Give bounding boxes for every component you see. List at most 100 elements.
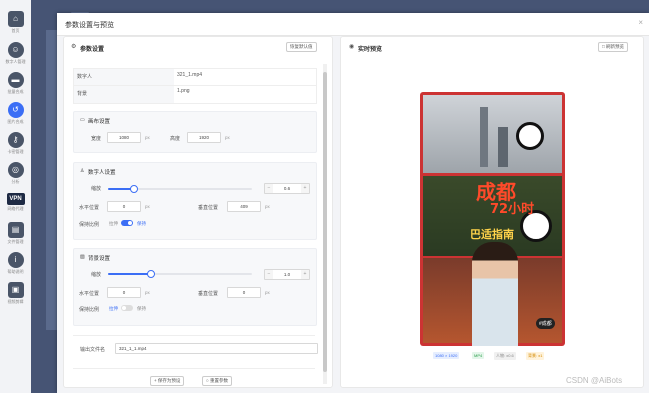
bg-y-unit: px xyxy=(265,290,270,295)
digital-human-label: 数字人 xyxy=(77,74,93,80)
bg-scale-plus-button[interactable]: + xyxy=(301,270,309,279)
bg-ratio-toggle[interactable] xyxy=(121,305,133,311)
person-icon: ♙ xyxy=(80,168,85,174)
digital-human-settings-title: 数字人设置 xyxy=(88,170,116,176)
dh-scale-slider-knob[interactable] xyxy=(129,185,138,193)
dh-scale-slider[interactable] xyxy=(108,185,252,193)
bg-scale-minus-button[interactable]: − xyxy=(265,270,273,279)
chat-icon: ▬ xyxy=(7,72,24,88)
width-label: 宽度 xyxy=(91,136,102,142)
sidebar-item-label: 网络代理 xyxy=(7,206,24,211)
sidebar-item[interactable]: ◎ 分析 xyxy=(0,162,31,185)
dh-x-label: 水平位置 xyxy=(79,205,100,211)
poster-tower xyxy=(480,107,488,167)
image-icon: ▨ xyxy=(80,254,85,260)
sidebar-item[interactable]: i 帮助说明 xyxy=(0,252,31,275)
sidebar-item-label: 帮助说明 xyxy=(7,269,24,274)
dh-y-input[interactable]: 409 xyxy=(227,201,261,212)
output-filename-input[interactable]: 321_1_1.mp4 xyxy=(115,343,318,354)
bg-ratio-label: 保持比例 xyxy=(79,307,100,313)
bg-scale-slider-fill xyxy=(108,273,152,275)
csdn-watermark: CSDN @AiBots xyxy=(566,376,623,385)
save-preset-button[interactable]: + 保存为预设 xyxy=(150,376,185,386)
chart-icon: ◎ xyxy=(7,162,24,178)
height-unit: px xyxy=(225,135,230,140)
dh-scale-label: 缩放 xyxy=(91,186,102,192)
video-icon: ▣ xyxy=(7,282,24,298)
sidebar-item-label: 卡密管理 xyxy=(7,149,24,154)
sidebar-item[interactable]: ⌂ 首页 xyxy=(0,11,31,34)
dh-scale-minus-button[interactable]: − xyxy=(265,184,273,193)
refresh-preview-button[interactable]: □ 刷新预览 xyxy=(598,42,628,52)
canvas-settings-title: 画布设置 xyxy=(88,119,111,125)
dh-ratio-on-label: 保持 xyxy=(137,221,146,226)
sidebar-item[interactable]: ▬ 批量合成 xyxy=(0,72,31,95)
params-title: 参数设置 xyxy=(80,47,105,53)
output-filename-label: 输出文件名 xyxy=(80,347,106,353)
bg-y-input[interactable]: 0 xyxy=(227,287,261,298)
dialog-header: 参数设置与预览 × xyxy=(57,13,649,36)
sidebar-item-label: 图片合成 xyxy=(7,119,24,124)
bg-ratio-off-label: 拉伸 xyxy=(109,306,118,311)
sidebar-item[interactable]: ▤ 文件管理 xyxy=(0,222,31,245)
preview-title: 实时预览 xyxy=(358,47,383,53)
preview-image: 成都 72小时 巴适指南 #成都 xyxy=(420,92,565,346)
dh-x-input[interactable]: 0 xyxy=(107,201,141,212)
dh-scale-value: 0.6 xyxy=(283,186,291,191)
dh-scale-plus-button[interactable]: + xyxy=(301,184,309,193)
poster-tag: #成都 xyxy=(536,318,555,329)
sidebar-item[interactable]: VPN 网络代理 xyxy=(0,193,31,212)
height-input[interactable]: 1920 xyxy=(187,132,221,143)
poster-panda xyxy=(516,122,544,150)
preview-badge: 背景: x1 xyxy=(526,352,545,360)
params-scrollbar-thumb[interactable] xyxy=(323,72,327,372)
width-unit: px xyxy=(145,135,150,140)
info-icon: i xyxy=(7,252,24,268)
dh-y-label: 垂直位置 xyxy=(198,205,219,211)
bg-scale-value: 1.0 xyxy=(283,272,291,277)
background-settings-title: 背景设置 xyxy=(88,256,111,262)
output-divider xyxy=(73,335,315,336)
sidebar-item-label: 数字人管理 xyxy=(5,59,26,64)
dh-y-unit: px xyxy=(265,204,270,209)
preview-badge: 1080 × 1920 xyxy=(433,352,460,359)
height-label: 高度 xyxy=(170,136,181,142)
poster-title-line3: 巴适指南 xyxy=(470,228,514,241)
close-icon[interactable]: × xyxy=(638,18,643,27)
undo-icon: ↺ xyxy=(7,102,24,118)
bg-scale-stepper[interactable]: − 1.0 + xyxy=(264,269,310,280)
sidebar-item-label: 批量合成 xyxy=(7,89,24,94)
bg-x-label: 水平位置 xyxy=(79,291,100,297)
sidebar-item[interactable]: ↺ 图片合成 xyxy=(0,102,31,125)
sidebar-item-label: 文件管理 xyxy=(7,239,24,244)
dh-scale-stepper[interactable]: − 0.6 + xyxy=(264,183,310,194)
width-input[interactable]: 1080 xyxy=(107,132,141,143)
robot-icon: ☺ xyxy=(7,42,24,58)
bg-x-unit: px xyxy=(145,290,150,295)
preview-badge: MP4 xyxy=(472,352,485,359)
dh-ratio-toggle[interactable] xyxy=(121,220,133,226)
poster-person xyxy=(472,242,518,346)
sidebar-item[interactable]: ▣ 视频剪辑 xyxy=(0,282,31,305)
background-label: 背景 xyxy=(77,91,88,97)
sidebar-item-label: 分析 xyxy=(11,179,20,184)
bg-scale-slider[interactable] xyxy=(108,270,252,278)
sidebar-item-label: 首页 xyxy=(11,28,20,33)
reset-params-button[interactable]: ○ 重置参数 xyxy=(202,376,232,386)
file-icon: ▤ xyxy=(7,222,24,238)
bg-scale-label: 缩放 xyxy=(91,272,102,278)
sidebar-item[interactable]: ☺ 数字人管理 xyxy=(0,42,31,65)
preview-badge: 人物: x0.6 xyxy=(494,352,516,360)
bg-x-input[interactable]: 0 xyxy=(107,287,141,298)
buttons-divider xyxy=(73,368,315,369)
dh-ratio-off-label: 拉伸 xyxy=(109,221,118,226)
background-value: 1.png xyxy=(177,88,190,94)
vpn-icon: VPN xyxy=(6,193,25,205)
monitor-icon: ▭ xyxy=(80,117,85,123)
sidebar-item-label: 视频剪辑 xyxy=(7,299,24,304)
sidebar-item[interactable]: ⚷ 卡密管理 xyxy=(0,132,31,155)
poster-title-line2: 72小时 xyxy=(490,202,535,217)
reset-default-button[interactable]: 恢复默认值 xyxy=(286,42,317,52)
params-scrollbar[interactable] xyxy=(323,64,327,384)
dh-ratio-label: 保持比例 xyxy=(79,222,100,228)
